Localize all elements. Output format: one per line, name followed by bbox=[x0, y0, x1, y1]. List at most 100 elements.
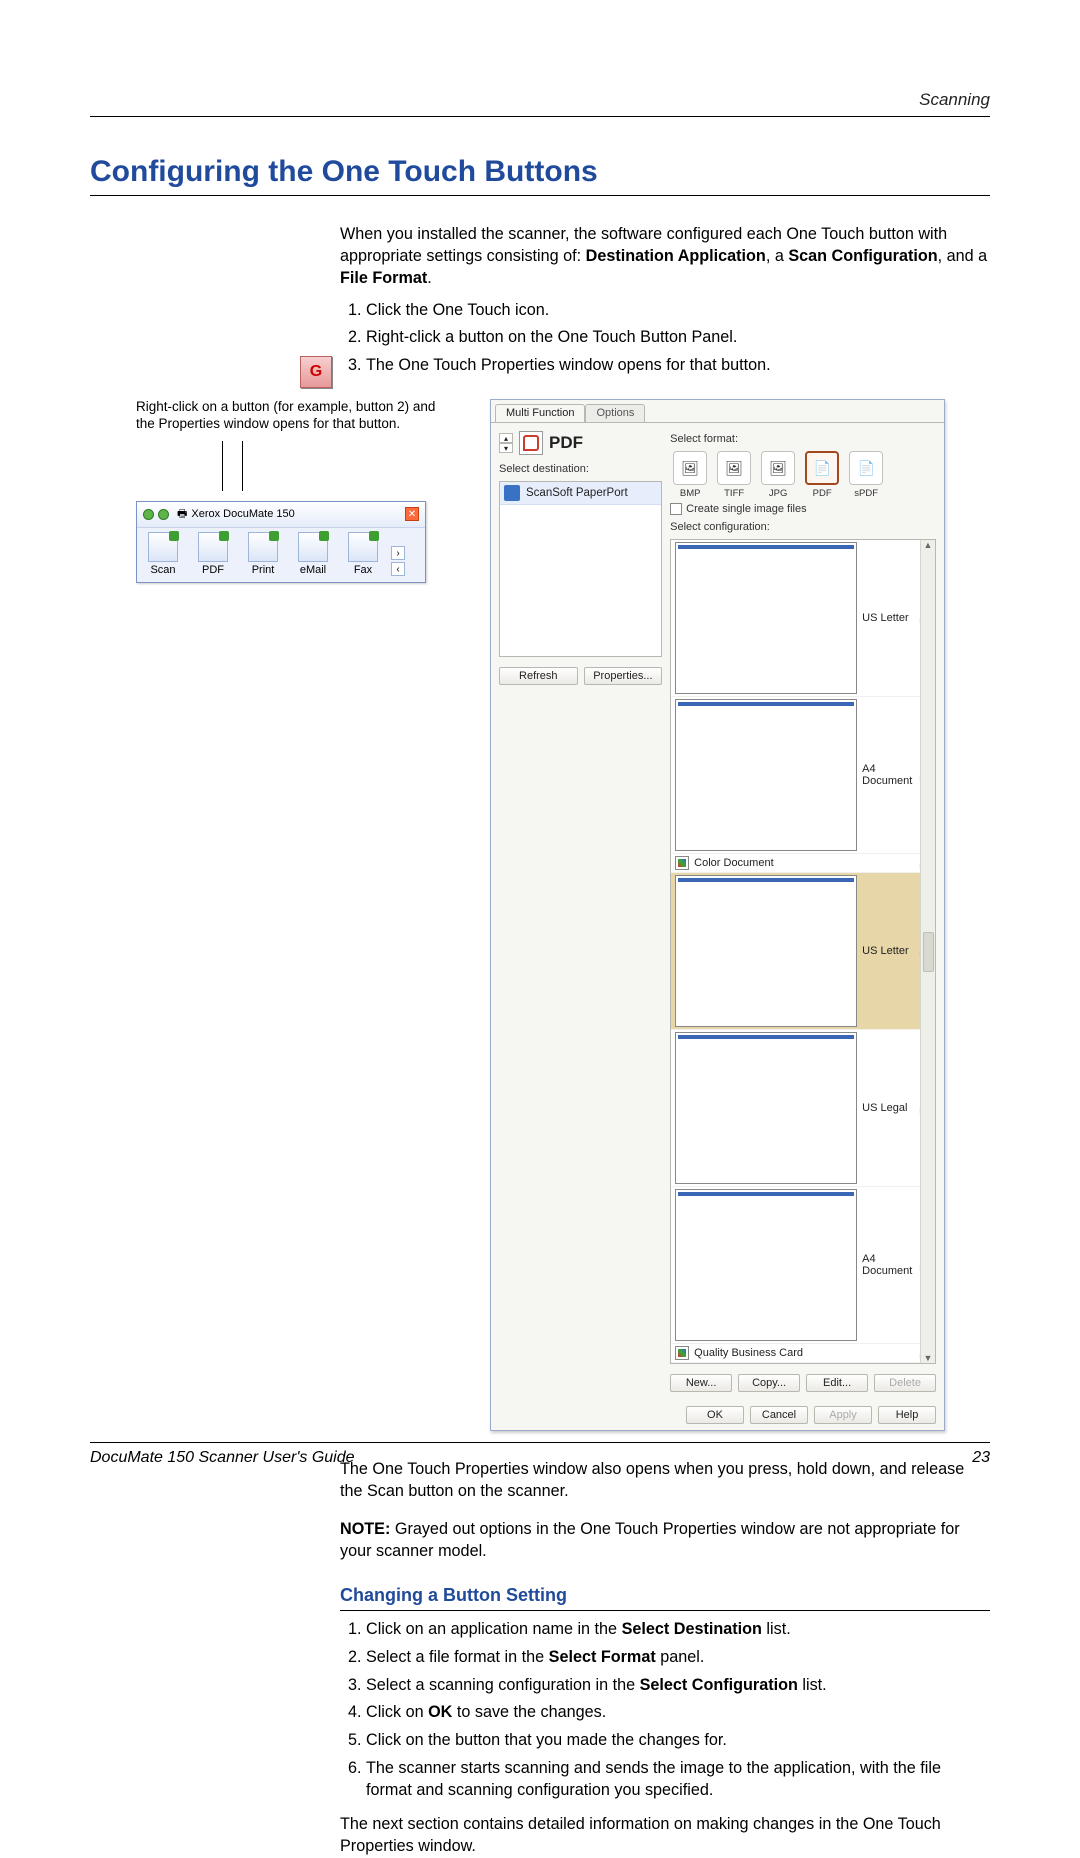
page-icon bbox=[675, 1032, 857, 1184]
format-label: TIFF bbox=[724, 488, 744, 499]
text: Select a file format in the bbox=[366, 1648, 549, 1666]
panel-button-pdf[interactable]: PDF bbox=[191, 532, 235, 576]
properties-button[interactable]: Properties... bbox=[584, 667, 663, 685]
nav-next-icon[interactable] bbox=[158, 509, 169, 520]
figure-callout: Right-click on a button (for example, bu… bbox=[136, 399, 448, 433]
config-label: US Letter bbox=[862, 945, 908, 957]
tab-options[interactable]: Options bbox=[585, 404, 645, 422]
config-item[interactable]: Color Document🔒 bbox=[671, 854, 935, 873]
one-touch-button-panel: 🖶 Xerox DocuMate 150 ✕ Scan PDF Print eM… bbox=[136, 501, 426, 583]
configuration-list[interactable]: US Letter🔒 A4 Document🔒 Color Document🔒 … bbox=[670, 539, 936, 1364]
panel-title: Xerox DocuMate 150 bbox=[191, 508, 294, 520]
refresh-button[interactable]: Refresh bbox=[499, 667, 578, 685]
format-pdf[interactable]: 📄PDF bbox=[802, 451, 842, 499]
page-title: Configuring the One Touch Buttons bbox=[90, 155, 990, 196]
format-spdf[interactable]: 📄sPDF bbox=[846, 451, 886, 499]
running-header: Scanning bbox=[90, 90, 990, 117]
page-icon bbox=[675, 542, 857, 694]
format-row: 🖼BMP 🖼TIFF 🖼JPG 📄PDF 📄sPDF bbox=[670, 451, 936, 499]
intro-text-c: , and a bbox=[938, 247, 988, 265]
destination-item[interactable]: ScanSoft PaperPort bbox=[500, 482, 661, 505]
note-text: Grayed out options in the One Touch Prop… bbox=[340, 1520, 960, 1560]
select-configuration-label: Select configuration: bbox=[670, 521, 936, 533]
scroll-up-icon[interactable]: ▲ bbox=[924, 540, 933, 550]
app-icon bbox=[504, 485, 520, 501]
text: Click on bbox=[366, 1703, 428, 1721]
copy-button[interactable]: Copy... bbox=[738, 1374, 800, 1392]
panel-button-label: Print bbox=[252, 564, 275, 576]
bold-text: Select Format bbox=[549, 1648, 656, 1666]
top-steps-list: Click the One Touch icon. Right-click a … bbox=[340, 300, 990, 378]
intro-bold-a: Destination Application bbox=[586, 247, 766, 265]
panel-button-scan[interactable]: Scan bbox=[141, 532, 185, 576]
config-label: A4 Document bbox=[862, 1253, 912, 1277]
text: panel. bbox=[656, 1648, 705, 1666]
close-icon[interactable]: ✕ bbox=[405, 507, 419, 521]
config-item[interactable]: A4 Document🔒 bbox=[671, 1187, 935, 1344]
callout-pointer-lines bbox=[136, 441, 448, 501]
panel-button-label: Fax bbox=[354, 564, 372, 576]
page-icon bbox=[675, 1189, 857, 1341]
cancel-button[interactable]: Cancel bbox=[750, 1406, 808, 1424]
scroll-down-icon[interactable]: ▼ bbox=[924, 1353, 933, 1363]
text: Select a scanning configuration in the bbox=[366, 1676, 640, 1694]
nav-prev-icon[interactable] bbox=[143, 509, 154, 520]
destination-list[interactable]: ScanSoft PaperPort bbox=[499, 481, 662, 657]
format-jpg[interactable]: 🖼JPG bbox=[758, 451, 798, 499]
panel-button-label: PDF bbox=[202, 564, 224, 576]
config-label: US Legal bbox=[862, 1102, 907, 1114]
page-icon bbox=[675, 875, 857, 1027]
new-button[interactable]: New... bbox=[670, 1374, 732, 1392]
button-number-spinner[interactable]: ▴▾ bbox=[499, 433, 513, 453]
config-item[interactable]: US Letter🔒 bbox=[671, 873, 935, 1030]
panel-button-print[interactable]: Print bbox=[241, 532, 285, 576]
format-bmp[interactable]: 🖼BMP bbox=[670, 451, 710, 499]
config-item[interactable]: US Letter🔒 bbox=[671, 540, 935, 697]
bold-text: Select Configuration bbox=[640, 1676, 798, 1694]
config-label: Quality Business Card bbox=[694, 1347, 803, 1359]
config-item[interactable]: Quality Business Card🔒 bbox=[671, 1344, 935, 1363]
create-single-checkbox[interactable] bbox=[670, 503, 682, 515]
config-label: Color Document bbox=[694, 857, 773, 869]
format-label: PDF bbox=[813, 488, 832, 499]
text: Click on an application name in the bbox=[366, 1620, 622, 1638]
list-item: The One Touch Properties window opens fo… bbox=[366, 355, 990, 377]
panel-scroll-arrows[interactable]: ›‹ bbox=[391, 546, 405, 576]
panel-button-fax[interactable]: Fax bbox=[341, 532, 385, 576]
edit-button[interactable]: Edit... bbox=[806, 1374, 868, 1392]
page-number: 23 bbox=[972, 1449, 990, 1467]
intro-bold-c: File Format bbox=[340, 269, 427, 287]
apply-button[interactable]: Apply bbox=[814, 1406, 872, 1424]
intro-text-b: , a bbox=[766, 247, 789, 265]
config-item[interactable]: A4 Document🔒 bbox=[671, 697, 935, 854]
text: list. bbox=[762, 1620, 791, 1638]
create-single-label: Create single image files bbox=[686, 503, 806, 515]
list-item: Click the One Touch icon. bbox=[366, 300, 990, 322]
format-tiff[interactable]: 🖼TIFF bbox=[714, 451, 754, 499]
format-label: sPDF bbox=[854, 488, 878, 499]
config-item[interactable]: US Legal🔒 bbox=[671, 1030, 935, 1187]
bold-text: Select Destination bbox=[622, 1620, 762, 1638]
panel-button-label: Scan bbox=[150, 564, 175, 576]
destination-item-label: ScanSoft PaperPort bbox=[526, 487, 628, 499]
note-paragraph: NOTE: Grayed out options in the One Touc… bbox=[340, 1519, 990, 1563]
list-item: Click on an application name in the Sele… bbox=[366, 1619, 990, 1641]
color-icon bbox=[675, 1346, 689, 1360]
intro-paragraph: When you installed the scanner, the soft… bbox=[340, 224, 990, 290]
list-item: Click on the button that you made the ch… bbox=[366, 1730, 990, 1752]
scroll-thumb[interactable] bbox=[923, 932, 934, 972]
help-button[interactable]: Help bbox=[878, 1406, 936, 1424]
panel-button-email[interactable]: eMail bbox=[291, 532, 335, 576]
intro-text-d: . bbox=[427, 269, 432, 287]
select-destination-label: Select destination: bbox=[499, 463, 662, 475]
delete-button[interactable]: Delete bbox=[874, 1374, 936, 1392]
page-icon bbox=[675, 699, 857, 851]
color-icon bbox=[675, 856, 689, 870]
list-item: The scanner starts scanning and sends th… bbox=[366, 1758, 990, 1802]
ok-button[interactable]: OK bbox=[686, 1406, 744, 1424]
scrollbar[interactable]: ▲▼ bbox=[920, 540, 935, 1363]
list-item: Click on OK to save the changes. bbox=[366, 1702, 990, 1724]
closing-paragraph: The next section contains detailed infor… bbox=[340, 1814, 990, 1858]
tab-multi-function[interactable]: Multi Function bbox=[495, 404, 585, 422]
footer-title: DocuMate 150 Scanner User's Guide bbox=[90, 1449, 355, 1467]
